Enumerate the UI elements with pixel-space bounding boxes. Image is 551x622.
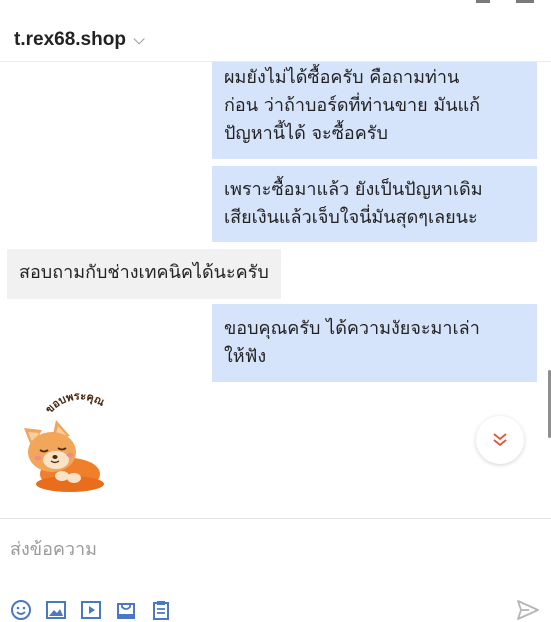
- menu-icon[interactable]: [516, 0, 534, 3]
- fox-thank-you-sticker: ขอบพระคุณ: [12, 389, 122, 502]
- message-bubble-outgoing: ขอบคุณครับ ได้ความงัยจะมาเล่า ให้ฟัง: [212, 304, 537, 382]
- composer: [0, 518, 551, 622]
- sticker-text: ขอบพระคุณ: [43, 389, 108, 416]
- chat-header: t.rex68.shop: [0, 18, 551, 62]
- send-icon[interactable]: [516, 599, 540, 621]
- message-bubble-outgoing: ผมยังไม่ได้ซื้อครับ คือถามท่าน ก่อน ว่าถ…: [212, 62, 537, 159]
- shop-name[interactable]: t.rex68.shop: [14, 29, 126, 51]
- message-list[interactable]: ผมยังไม่ได้ซื้อครับ คือถามท่าน ก่อน ว่าถ…: [0, 62, 551, 518]
- emoji-icon[interactable]: [10, 599, 32, 621]
- scroll-to-bottom-button[interactable]: [476, 416, 524, 464]
- chevron-down-icon[interactable]: [133, 32, 145, 45]
- product-icon[interactable]: [115, 599, 137, 621]
- order-icon[interactable]: [150, 599, 172, 621]
- video-icon[interactable]: [80, 599, 102, 621]
- double-chevron-down-icon: [493, 433, 507, 447]
- message-bubble-outgoing: เพราะซื้อมาแล้ว ยังเป็นปัญหาเดิม เสียเงิ…: [212, 166, 537, 242]
- message-bubble-incoming: สอบถามกับช่างเทคนิคได้นะครับ: [7, 249, 281, 299]
- svg-text:ขอบพระคุณ: ขอบพระคุณ: [43, 392, 108, 416]
- top-toolbar-strip: [0, 0, 551, 18]
- image-icon[interactable]: [45, 599, 67, 621]
- message-input[interactable]: [10, 531, 530, 567]
- composer-toolbar: [0, 599, 551, 622]
- grid-icon[interactable]: [476, 0, 490, 3]
